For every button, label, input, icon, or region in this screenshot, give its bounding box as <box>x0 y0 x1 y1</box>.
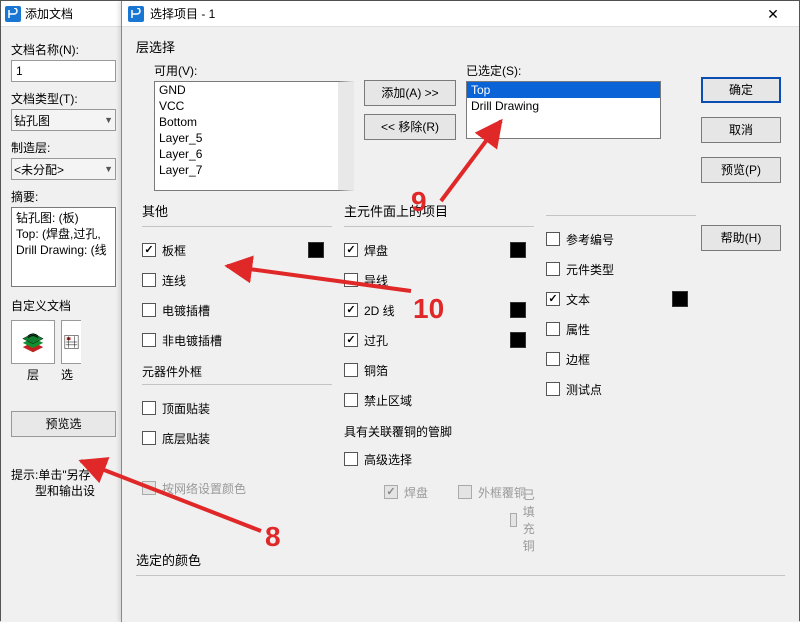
annotation-overlay <box>1 1 800 622</box>
